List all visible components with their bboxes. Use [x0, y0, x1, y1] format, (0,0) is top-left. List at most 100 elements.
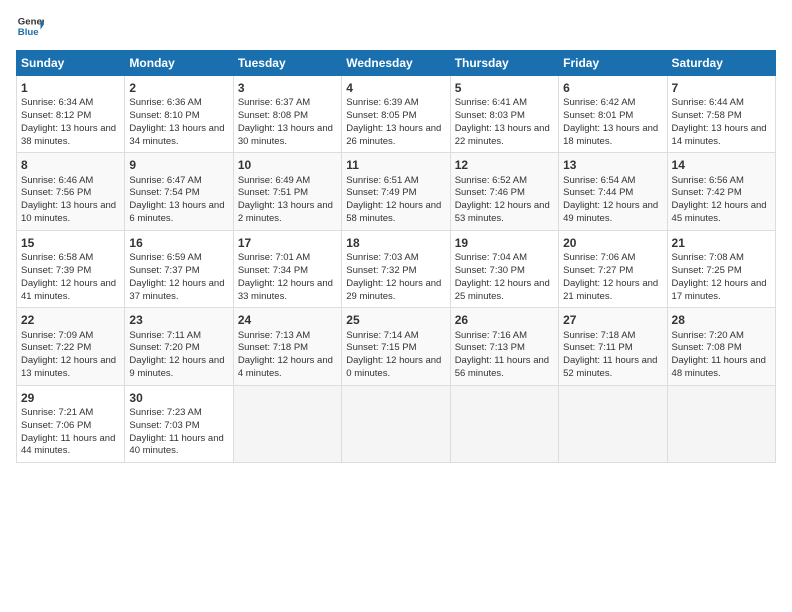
sunrise: Sunrise: 6:59 AM — [129, 252, 201, 263]
daylight: Daylight: 12 hours and 4 minutes. — [238, 355, 333, 379]
daylight: Daylight: 12 hours and 25 minutes. — [455, 278, 550, 302]
calendar-cell: 18Sunrise: 7:03 AMSunset: 7:32 PMDayligh… — [342, 230, 450, 307]
col-header-thursday: Thursday — [450, 51, 558, 76]
day-number: 7 — [672, 80, 771, 96]
calendar-cell: 9Sunrise: 6:47 AMSunset: 7:54 PMDaylight… — [125, 153, 233, 230]
header: General Blue — [16, 12, 776, 40]
sunset: Sunset: 7:34 PM — [238, 265, 308, 276]
calendar-cell: 29Sunrise: 7:21 AMSunset: 7:06 PMDayligh… — [17, 385, 125, 462]
sunrise: Sunrise: 7:01 AM — [238, 252, 310, 263]
sunset: Sunset: 7:08 PM — [672, 342, 742, 353]
sunset: Sunset: 7:44 PM — [563, 187, 633, 198]
daylight: Daylight: 11 hours and 56 minutes. — [455, 355, 549, 379]
daylight: Daylight: 13 hours and 14 minutes. — [672, 123, 767, 147]
sunrise: Sunrise: 6:42 AM — [563, 97, 635, 108]
calendar-cell: 19Sunrise: 7:04 AM Sunset: 7:30 PM Dayligh… — [450, 230, 558, 307]
sunrise: Sunrise: 6:51 AM — [346, 175, 418, 186]
daylight: Daylight: 13 hours and 6 minutes. — [129, 200, 224, 224]
calendar-cell: 27Sunrise: 7:18 AMSunset: 7:11 PMDayligh… — [559, 308, 667, 385]
day-number: 26 — [455, 312, 554, 328]
week-row-3: 15Sunrise: 6:58 AMSunset: 7:39 PMDayligh… — [17, 230, 776, 307]
sunset: Sunset: 7:39 PM — [21, 265, 91, 276]
calendar-cell: 2Sunrise: 6:36 AM Sunset: 8:10 PM Daylight… — [125, 76, 233, 153]
daylight: Daylight: 13 hours and 10 minutes. — [21, 200, 116, 224]
sunset: Sunset: 7:13 PM — [455, 342, 525, 353]
sunset: Sunset: 8:08 PM — [238, 110, 308, 121]
sunrise: Sunrise: 6:34 AM — [21, 97, 93, 108]
calendar-cell: 15Sunrise: 6:58 AMSunset: 7:39 PMDayligh… — [17, 230, 125, 307]
calendar-cell: 12Sunrise: 6:52 AMSunset: 7:46 PMDayligh… — [450, 153, 558, 230]
daylight: Daylight: 12 hours and 49 minutes. — [563, 200, 658, 224]
daylight: Daylight: 11 hours and 48 minutes. — [672, 355, 766, 379]
sunset: Sunset: 8:10 PM — [129, 110, 199, 121]
calendar-cell: 3Sunrise: 6:37 AMSunset: 8:08 PMDaylight… — [233, 76, 341, 153]
day-number: 9 — [129, 157, 228, 173]
calendar-cell — [342, 385, 450, 462]
page-container: General Blue SundayMondayTuesdayWednesda… — [0, 0, 792, 471]
svg-text:Blue: Blue — [18, 27, 39, 38]
logo-icon: General Blue — [16, 12, 44, 40]
calendar-cell: 21Sunrise: 7:08 AMSunset: 7:25 PMDayligh… — [667, 230, 775, 307]
calendar-cell: 20Sunrise: 7:06 AMSunset: 7:27 PMDayligh… — [559, 230, 667, 307]
calendar-cell: 22Sunrise: 7:09 AMSunset: 7:22 PMDayligh… — [17, 308, 125, 385]
daylight: Daylight: 12 hours and 9 minutes. — [129, 355, 224, 379]
calendar-cell: 7Sunrise: 6:44 AMSunset: 7:58 PMDaylight… — [667, 76, 775, 153]
sunrise: Sunrise: 6:46 AM — [21, 175, 93, 186]
daylight: Daylight: 12 hours and 21 minutes. — [563, 278, 658, 302]
day-number: 10 — [238, 157, 337, 173]
sunset: Sunset: 7:49 PM — [346, 187, 416, 198]
sunset: Sunset: 7:20 PM — [129, 342, 199, 353]
calendar-cell: 14 Sunrise: 6:56 AMSunset: 7:42 PM Dayligh… — [667, 153, 775, 230]
sunrise: Sunrise: 6:36 AM — [129, 97, 201, 108]
daylight: Daylight: 11 hours and 52 minutes. — [563, 355, 657, 379]
sunset: Sunset: 7:54 PM — [129, 187, 199, 198]
week-row-2: 8Sunrise: 6:46 AMSunset: 7:56 PMDaylight… — [17, 153, 776, 230]
sunrise: Sunrise: 7:09 AM — [21, 330, 93, 341]
day-number: 6 — [563, 80, 662, 96]
sunrise: Sunrise: 6:56 AM — [672, 175, 744, 186]
sunrise: Sunrise: 7:16 AM — [455, 330, 527, 341]
sunrise: Sunrise: 7:11 AM — [129, 330, 201, 341]
sunset: Sunset: 7:27 PM — [563, 265, 633, 276]
daylight: Daylight: 13 hours and 26 minutes. — [346, 123, 441, 147]
sunset: Sunset: 7:06 PM — [21, 420, 91, 431]
day-number: 15 — [21, 235, 120, 251]
calendar-cell: 30Sunrise: 7:23 AMSunset: 7:03 PMDayligh… — [125, 385, 233, 462]
sunset: Sunset: 7:25 PM — [672, 265, 742, 276]
col-header-tuesday: Tuesday — [233, 51, 341, 76]
sunset: Sunset: 7:30 PM — [455, 265, 525, 276]
day-number: 11 — [346, 157, 445, 173]
sunrise: Sunrise: 6:52 AM — [455, 175, 527, 186]
daylight: Daylight: 12 hours and 17 minutes. — [672, 278, 767, 302]
calendar-cell: 8Sunrise: 6:46 AMSunset: 7:56 PMDaylight… — [17, 153, 125, 230]
calendar-cell: 1Sunrise: 6:34 AMSunset: 8:12 PMDaylight… — [17, 76, 125, 153]
daylight: Daylight: 12 hours and 41 minutes. — [21, 278, 116, 302]
day-number: 27 — [563, 312, 662, 328]
sunset: Sunset: 7:15 PM — [346, 342, 416, 353]
day-number: 14 — [672, 157, 771, 173]
day-number: 25 — [346, 312, 445, 328]
sunrise: Sunrise: 6:41 AM — [455, 97, 527, 108]
calendar-cell: 28Sunrise: 7:20 AMSunset: 7:08 PMDayligh… — [667, 308, 775, 385]
week-row-4: 22Sunrise: 7:09 AMSunset: 7:22 PMDayligh… — [17, 308, 776, 385]
day-number: 2 — [129, 80, 228, 96]
sunset: Sunset: 7:11 PM — [563, 342, 633, 353]
sunrise: Sunrise: 7:04 AM — [455, 252, 527, 263]
sunset: Sunset: 7:42 PM — [672, 187, 742, 198]
header-row: SundayMondayTuesdayWednesdayThursdayFrid… — [17, 51, 776, 76]
day-number: 17 — [238, 235, 337, 251]
sunset: Sunset: 7:58 PM — [672, 110, 742, 121]
calendar-cell — [233, 385, 341, 462]
daylight: Daylight: 13 hours and 22 minutes. — [455, 123, 550, 147]
sunrise: Sunrise: 6:49 AM — [238, 175, 310, 186]
col-header-saturday: Saturday — [667, 51, 775, 76]
daylight: Daylight: 12 hours and 45 minutes. — [672, 200, 767, 224]
calendar-cell: 5Sunrise: 6:41 AMSunset: 8:03 PMDaylight… — [450, 76, 558, 153]
daylight: Daylight: 13 hours and 34 minutes. — [129, 123, 224, 147]
day-number: 24 — [238, 312, 337, 328]
sunset: Sunset: 7:51 PM — [238, 187, 308, 198]
calendar-cell: 4Sunrise: 6:39 AMSunset: 8:05 PMDaylight… — [342, 76, 450, 153]
daylight: Daylight: 12 hours and 13 minutes. — [21, 355, 116, 379]
day-number: 19 — [455, 235, 554, 251]
week-row-1: 1Sunrise: 6:34 AMSunset: 8:12 PMDaylight… — [17, 76, 776, 153]
